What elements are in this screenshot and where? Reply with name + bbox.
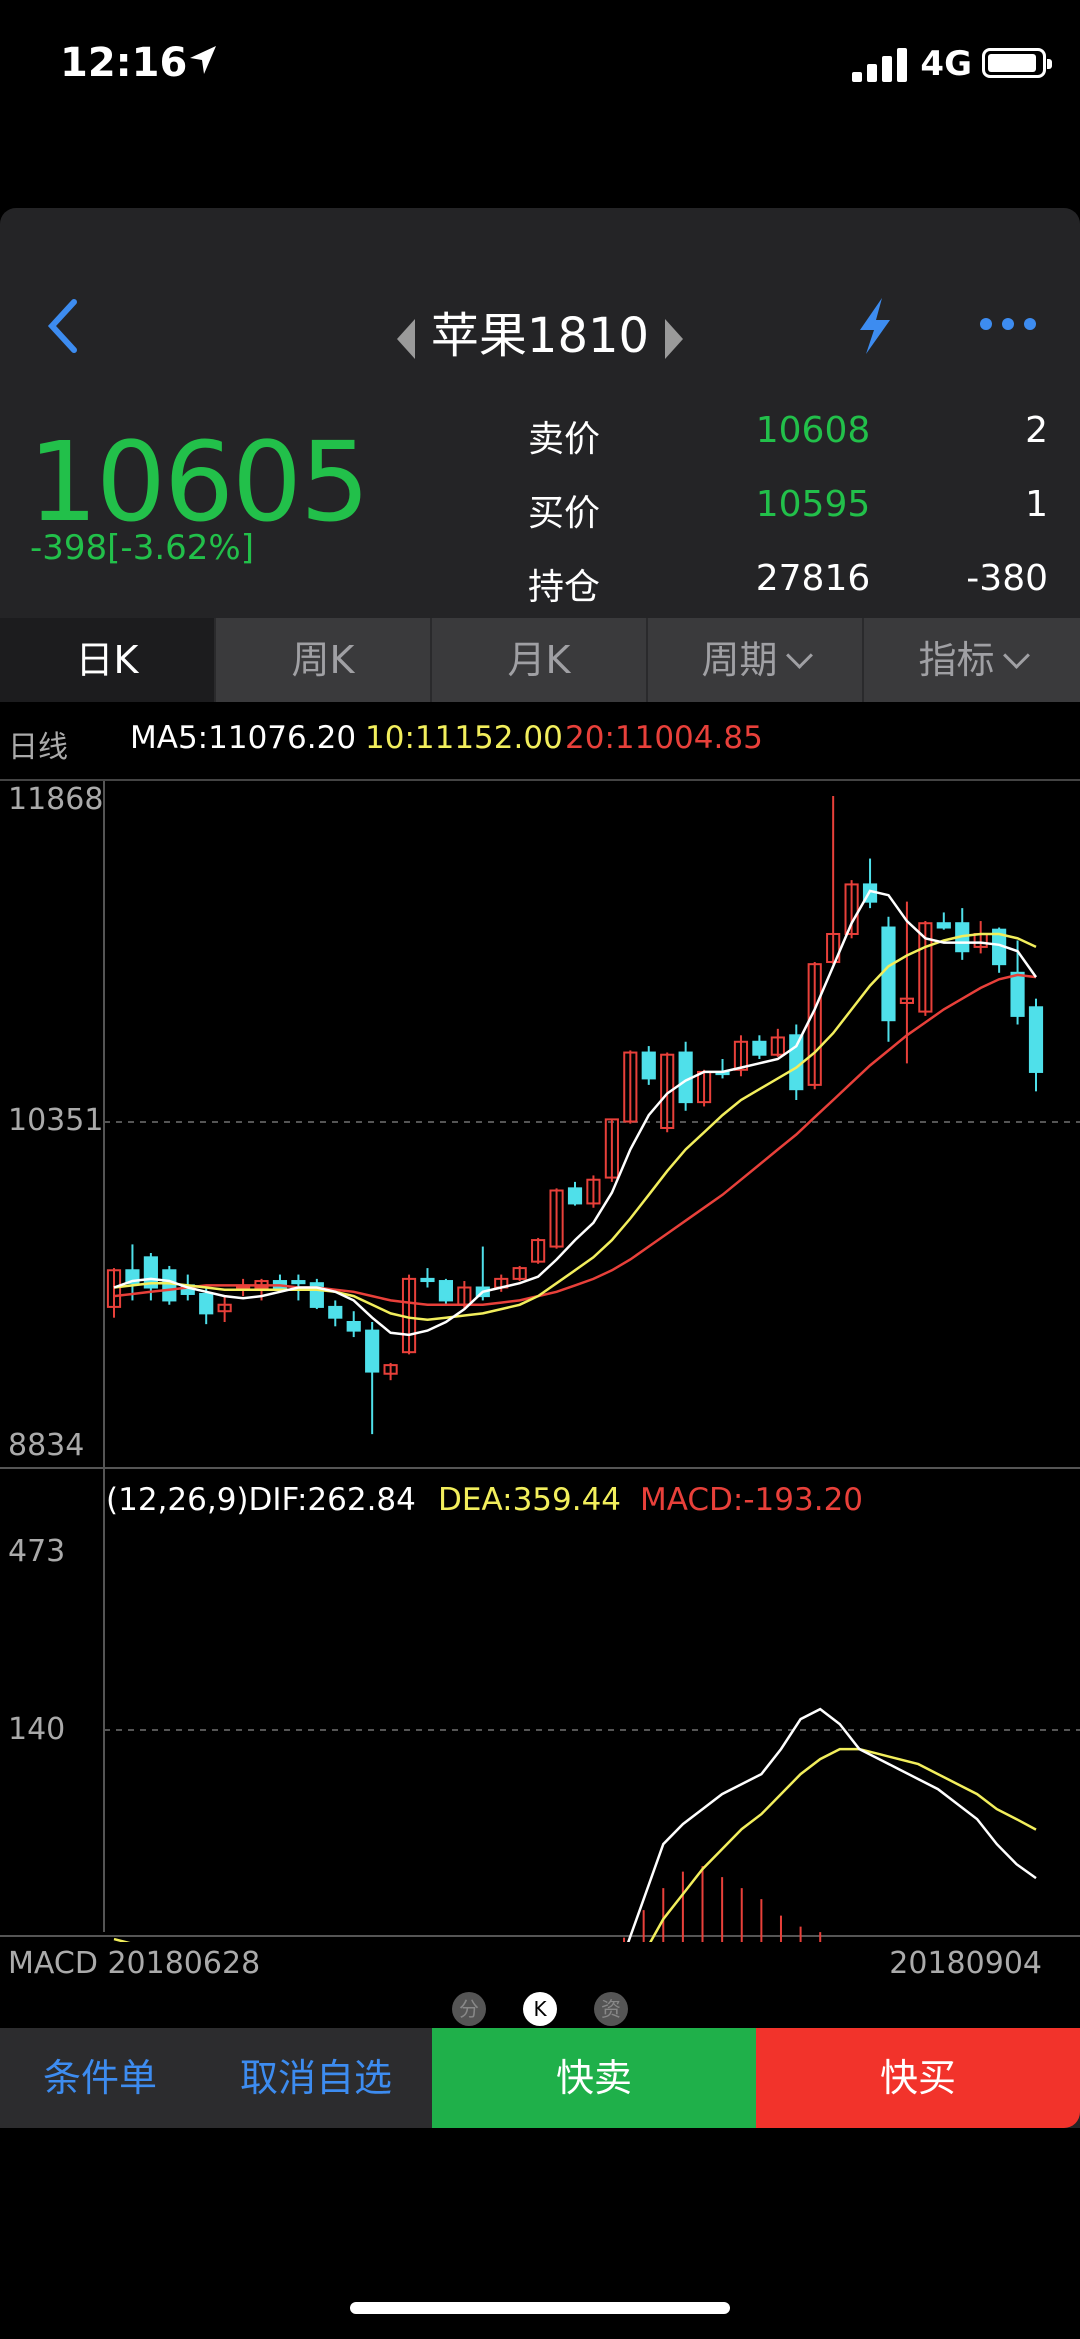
candle-body [641,1051,656,1080]
chevron-down-icon [785,642,813,669]
ask-label: 卖价 [528,419,601,460]
open-interest-value: 27816 [755,558,871,599]
home-indicator[interactable] [350,2302,730,2314]
prev-contract-icon[interactable] [396,319,415,359]
dea-line [113,1747,1037,1942]
signal-bars-icon [852,48,912,82]
ask-price: 10608 [755,410,871,451]
candle-body [328,1305,343,1319]
ma5-line [113,889,1038,1337]
bid-price: 10595 [755,484,871,525]
quick-sell-button[interactable]: 快卖 [432,2028,756,2128]
chevron-down-icon [1002,642,1030,669]
battery-icon [982,48,1052,78]
tab-indicator-label: 指标 [918,638,995,682]
status-bar: 12:16 4G [0,0,1080,140]
tab-weekly-k[interactable]: 周K [216,618,432,702]
candle-body [752,1040,767,1056]
period-tabs: 日K 周K 月K 周期 指标 [0,618,1080,702]
open-interest-row: 持仓 27816 -380 [528,558,1048,618]
contract-title: 苹果1810 [0,296,1080,366]
tab-indicator[interactable]: 指标 [864,618,1080,702]
ma20-line [113,973,1037,1307]
more-options-icon[interactable] [980,318,1036,332]
open-interest-change: -380 [966,558,1048,599]
bid-qty: 1 [1025,484,1048,525]
quick-buy-button[interactable]: 快买 [756,2028,1080,2128]
lightning-icon[interactable] [852,296,896,356]
candle-body [936,922,951,929]
contract-name: 苹果1810 [430,308,650,364]
candle-body [567,1187,583,1205]
tab-daily-k-label: 日K [75,638,139,682]
macd-params-label: (12,26,9)DIF:262.84 [106,1482,416,1518]
kline-chart[interactable] [0,702,1080,1942]
dea-label: DEA:359.44 [438,1482,622,1518]
candle-body [881,926,896,1022]
candle-body [420,1277,435,1283]
conditional-order-label: 条件单 [42,2056,157,2100]
macd-start-date: MACD 20180628 [8,1946,261,1981]
page-dot-zi[interactable]: 资 [594,1992,628,2026]
macd-end-date: 20180904 [889,1946,1042,1981]
candle-body [291,1280,306,1285]
candle-body [1010,971,1025,1017]
conditional-order-button[interactable]: 条件单 [0,2028,202,2128]
tab-period[interactable]: 周期 [648,618,864,702]
macd-y-tick-high: 473 [8,1534,66,1569]
quick-buy-label: 快买 [879,2056,956,2100]
remove-watchlist-button[interactable]: 取消自选 [200,2028,432,2128]
page-dot-fen[interactable]: 分 [452,1992,486,2026]
ask-qty: 2 [1025,410,1048,451]
network-type: 4G [920,44,972,84]
open-interest-label: 持仓 [528,567,601,608]
ask-row: 卖价 10608 2 [528,410,1048,470]
bottom-action-bar: 条件单 取消自选 快卖 快买 [0,2028,1080,2128]
candle-body [438,1280,454,1302]
quick-sell-label: 快卖 [555,2056,632,2100]
bid-row: 买价 10595 1 [528,484,1048,544]
tab-monthly-k-label: 月K [507,638,571,682]
location-arrow-icon [188,44,218,87]
candle-body [365,1329,380,1373]
price-change: -398[-3.62%] [30,528,254,568]
macd-value-label: MACD:-193.20 [640,1482,864,1518]
tab-daily-k[interactable]: 日K [0,618,216,702]
bid-label: 买价 [528,493,601,534]
candle-body [162,1269,177,1302]
chart-page-indicator: 分 K 资 [0,1992,1080,2032]
candle-body [346,1320,361,1332]
ma10-line [113,932,1037,1322]
next-contract-icon[interactable] [665,319,684,359]
last-price: 10605 [28,418,370,546]
tab-weekly-k-label: 周K [291,638,355,682]
status-time: 12:16 [60,40,188,86]
remove-watchlist-label: 取消自选 [239,2056,392,2100]
dif-line [627,1707,1037,1942]
candle-body [1028,1006,1044,1073]
tab-period-label: 周期 [701,638,778,682]
page-dot-k[interactable]: K [523,1992,557,2026]
tab-monthly-k[interactable]: 月K [432,618,648,702]
candle-body [199,1292,214,1315]
macd-y-tick-mid: 140 [8,1712,66,1747]
